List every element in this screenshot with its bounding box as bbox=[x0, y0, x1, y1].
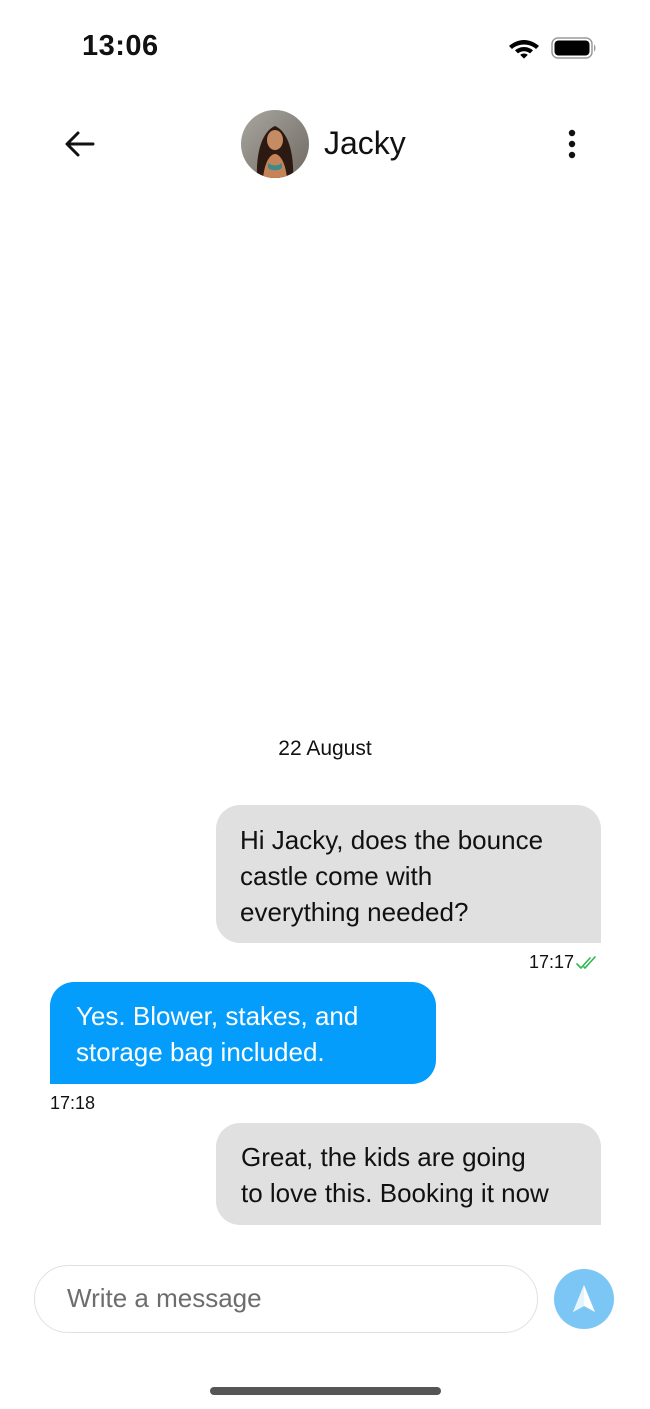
message-bubble-incoming[interactable]: Yes. Blower, stakes, and storage bag inc… bbox=[50, 982, 436, 1084]
message-composer bbox=[34, 1265, 538, 1333]
more-vertical-icon bbox=[568, 129, 576, 159]
message-timestamp: 17:17 bbox=[529, 952, 600, 973]
message-bubble-outgoing[interactable]: Great, the kids are going to love this. … bbox=[216, 1123, 601, 1225]
contact-name[interactable]: Jacky bbox=[324, 125, 406, 162]
message-line: Great, the kids are going bbox=[241, 1142, 526, 1172]
contact-avatar[interactable] bbox=[241, 110, 309, 178]
home-indicator[interactable] bbox=[210, 1387, 441, 1395]
message-line: to love this. Booking it now bbox=[241, 1178, 549, 1208]
message-line: Hi Jacky, does the bounce bbox=[240, 825, 544, 855]
date-separator: 22 August bbox=[278, 737, 372, 760]
wifi-icon bbox=[509, 40, 539, 59]
message-line: castle come with bbox=[240, 861, 433, 891]
back-button[interactable] bbox=[58, 122, 102, 166]
message-bubble-outgoing[interactable]: Hi Jacky, does the bounce castle come wi… bbox=[216, 805, 601, 943]
message-line: storage bag included. bbox=[76, 1037, 325, 1067]
message-line: everything needed? bbox=[240, 897, 469, 927]
status-bar: 13:06 bbox=[0, 0, 650, 96]
status-time: 13:06 bbox=[82, 30, 159, 62]
double-check-icon bbox=[576, 955, 596, 969]
battery-icon bbox=[551, 37, 596, 59]
chat-header: Jacky bbox=[0, 100, 650, 190]
message-line: Yes. Blower, stakes, and bbox=[76, 1001, 359, 1031]
send-button[interactable] bbox=[554, 1269, 614, 1329]
message-time: 17:17 bbox=[529, 952, 575, 972]
message-input[interactable] bbox=[67, 1266, 507, 1331]
message-time: 17:18 bbox=[50, 1093, 96, 1113]
arrow-left-icon bbox=[65, 131, 95, 157]
avatar-photo bbox=[241, 110, 309, 178]
more-options-button[interactable] bbox=[552, 122, 592, 166]
send-icon bbox=[573, 1285, 595, 1312]
